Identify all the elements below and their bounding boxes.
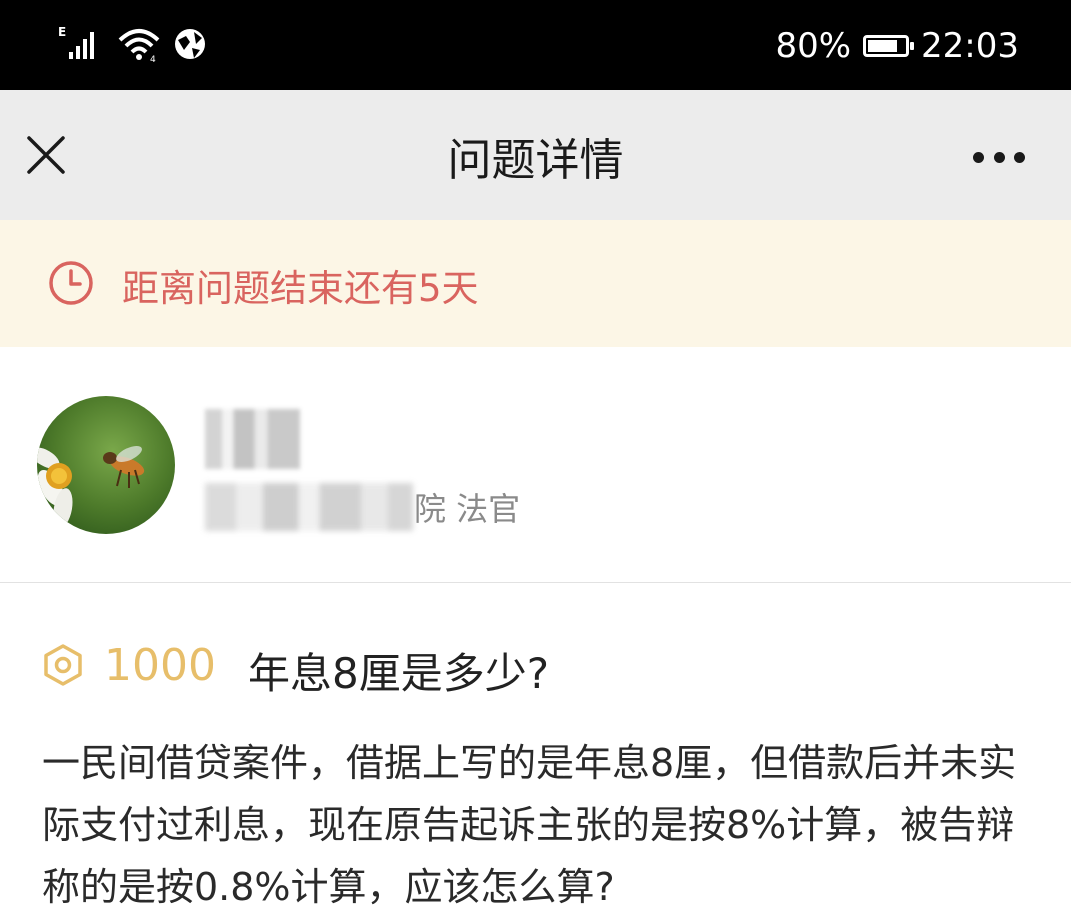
nav-bar: 问题详情 — [0, 90, 1071, 220]
user-section: 院 法官 — [0, 347, 1071, 583]
question-title: 年息8厘是多少? — [248, 649, 550, 698]
globe-icon — [175, 29, 205, 59]
reward-hexagon-icon — [44, 644, 82, 686]
question-header: 1000 年息8厘是多少? — [42, 640, 1042, 698]
status-icons: E 4 — [58, 24, 208, 64]
page-title: 问题详情 — [447, 135, 624, 186]
battery-icon — [863, 35, 915, 57]
more-icon[interactable] — [973, 150, 1025, 164]
question-body: 一民间借贷案件，借据上写的是年息8厘，但借款后并未实际支付过利息，现在原告起诉主… — [42, 741, 1017, 909]
deadline-notice: 距离问题结束还有5天 — [0, 220, 1071, 347]
user-org-redacted — [205, 483, 413, 531]
reward-points: 1000 — [104, 640, 216, 691]
user-name-redacted — [205, 409, 300, 469]
avatar[interactable] — [37, 396, 175, 534]
signal-icon: E — [58, 25, 94, 59]
bee-flower-image — [37, 396, 175, 534]
battery-percent: 80% — [775, 26, 852, 66]
clock-time: 22:03 — [921, 26, 1019, 66]
status-right: 80% 22:03 — [775, 24, 1019, 68]
status-bar: E 4 80% 22:03 — [0, 0, 1071, 90]
wifi-icon: 4 — [118, 29, 160, 64]
more-dot — [973, 151, 984, 163]
more-dot — [1014, 151, 1025, 163]
more-dot — [993, 151, 1005, 163]
user-title: 院 法官 — [414, 490, 521, 528]
clock-icon — [49, 261, 93, 305]
battery-fill — [868, 40, 897, 52]
network-type: E — [58, 25, 66, 39]
svg-text:4: 4 — [150, 55, 156, 64]
deadline-text: 距离问题结束还有5天 — [122, 267, 479, 310]
